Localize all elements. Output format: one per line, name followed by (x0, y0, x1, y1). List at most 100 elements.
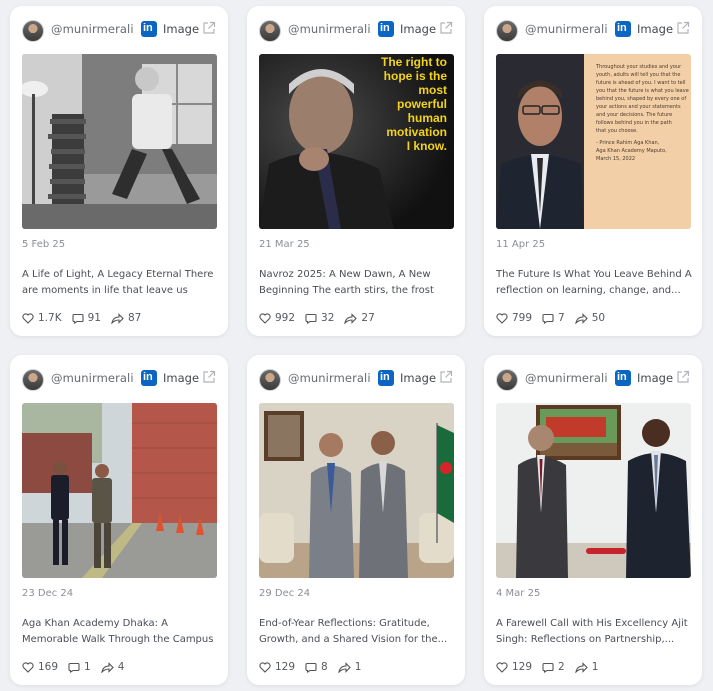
post-type-label: Image (163, 22, 200, 36)
post-stats: 129 8 1 (259, 659, 371, 675)
svg-text:that you choose.: that you choose. (596, 128, 638, 134)
card-header: @munirmerali in Image (484, 355, 702, 403)
shares-stat: 87 (111, 312, 141, 324)
comments-count: 7 (558, 312, 565, 324)
post-stats: 169 1 4 (22, 659, 134, 675)
linkedin-icon: in (141, 21, 157, 37)
post-type-label: Image (163, 371, 200, 385)
svg-text:follows behind you in the path: follows behind you in the path (596, 120, 672, 126)
shares-count: 27 (361, 312, 375, 324)
post-card[interactable]: @munirmerali in Image 5 Feb 25 A Life of… (10, 6, 228, 336)
post-title[interactable]: Aga Khan Academy Dhaka: A Memorable Walk… (22, 616, 218, 647)
post-image[interactable] (496, 403, 691, 578)
card-header: @munirmerali in Image (247, 6, 465, 54)
likes-stat: 129 (259, 661, 295, 673)
comments-stat: 2 (542, 661, 565, 673)
external-link-icon[interactable] (202, 21, 216, 35)
comment-icon (72, 313, 84, 324)
share-icon (344, 312, 358, 324)
post-title[interactable]: Navroz 2025: A New Dawn, A New Beginning… (259, 267, 455, 298)
post-title[interactable]: A Life of Light, A Legacy Eternal There … (22, 267, 218, 298)
likes-stat: 129 (496, 661, 532, 673)
comment-icon (68, 662, 80, 673)
post-date: 29 Dec 24 (259, 588, 311, 599)
card-header: @munirmerali in Image (10, 6, 228, 54)
likes-count: 129 (275, 661, 296, 673)
likes-count: 799 (512, 312, 533, 324)
avatar[interactable] (496, 20, 518, 42)
svg-text:behind you, shaped by every on: behind you, shaped by every one of (596, 96, 686, 102)
author-handle[interactable]: @munirmerali (51, 371, 134, 385)
post-date: 21 Mar 25 (259, 239, 310, 250)
shares-count: 87 (127, 312, 142, 324)
post-stats: 992 32 27 (259, 310, 385, 326)
shares-stat: 1 (574, 661, 598, 673)
post-image[interactable] (22, 403, 217, 578)
likes-count: 129 (512, 661, 533, 673)
linkedin-icon: in (141, 370, 157, 386)
post-title[interactable]: End-of-Year Reflections: Gratitude, Grow… (259, 616, 455, 647)
svg-text:youth, adults will tell you th: youth, adults will tell you that the (596, 72, 680, 78)
heart-icon (22, 312, 34, 324)
likes-stat: 799 (496, 312, 532, 324)
share-icon (574, 661, 588, 673)
post-image[interactable]: The right to hope is the most powerful h… (259, 54, 454, 229)
post-type-label: Image (637, 371, 674, 385)
post-card[interactable]: @munirmerali in Image The right to hope … (247, 6, 465, 336)
likes-count: 169 (38, 661, 59, 673)
shares-count: 4 (117, 661, 125, 673)
shares-stat: 50 (574, 312, 605, 324)
shares-stat: 27 (344, 312, 375, 324)
post-card[interactable]: @munirmerali in Image 4 Mar 25 A Farewel… (484, 355, 702, 685)
comment-icon (305, 313, 317, 324)
post-image[interactable] (259, 403, 454, 578)
external-link-icon[interactable] (676, 21, 690, 35)
avatar[interactable] (259, 20, 281, 42)
author-handle[interactable]: @munirmerali (525, 22, 608, 36)
comments-stat: 7 (542, 312, 565, 324)
external-link-icon[interactable] (439, 370, 453, 384)
share-icon (100, 661, 114, 673)
post-stats: 129 2 1 (496, 659, 608, 675)
heart-icon (496, 312, 508, 324)
post-date: 11 Apr 25 (496, 239, 546, 250)
author-handle[interactable]: @munirmerali (288, 22, 371, 36)
external-link-icon[interactable] (439, 21, 453, 35)
post-date: 23 Dec 24 (22, 588, 74, 599)
svg-text:- Prince Rahim Aga Khan,: - Prince Rahim Aga Khan, (596, 140, 660, 146)
heart-icon (259, 661, 271, 673)
linkedin-icon: in (378, 370, 394, 386)
svg-text:human: human (408, 111, 447, 125)
share-icon (111, 312, 124, 324)
comments-count: 91 (87, 312, 101, 324)
avatar[interactable] (22, 369, 44, 391)
post-type-label: Image (400, 22, 437, 36)
comments-stat: 8 (305, 661, 328, 673)
heart-icon (496, 661, 508, 673)
svg-text:powerful: powerful (397, 97, 447, 111)
post-card[interactable]: @munirmerali in Image Throughout your st… (484, 6, 702, 336)
post-card[interactable]: @munirmerali in Image 23 Dec 24 Aga Khan… (10, 355, 228, 685)
author-handle[interactable]: @munirmerali (525, 371, 608, 385)
external-link-icon[interactable] (676, 370, 690, 384)
post-stats: 1.7K 91 87 (22, 310, 151, 326)
post-image[interactable]: Throughout your studies and your youth, … (496, 54, 691, 229)
post-title[interactable]: A Farewell Call with His Excellency Ajit… (496, 616, 692, 647)
author-handle[interactable]: @munirmerali (51, 22, 134, 36)
comments-stat: 32 (305, 312, 334, 324)
card-header: @munirmerali in Image (484, 6, 702, 54)
svg-text:I know.: I know. (407, 139, 447, 153)
comments-count: 1 (84, 661, 91, 673)
post-title[interactable]: The Future Is What You Leave Behind A re… (496, 267, 692, 298)
post-card[interactable]: @munirmerali in Image 29 Dec 24 End-of-Y… (247, 355, 465, 685)
avatar[interactable] (496, 369, 518, 391)
comments-stat: 1 (68, 661, 91, 673)
svg-text:March 15, 2022: March 15, 2022 (596, 156, 635, 162)
external-link-icon[interactable] (202, 370, 216, 384)
likes-count: 992 (275, 312, 296, 324)
avatar[interactable] (259, 369, 281, 391)
author-handle[interactable]: @munirmerali (288, 371, 371, 385)
card-header: @munirmerali in Image (247, 355, 465, 403)
avatar[interactable] (22, 20, 44, 42)
post-image[interactable] (22, 54, 217, 229)
